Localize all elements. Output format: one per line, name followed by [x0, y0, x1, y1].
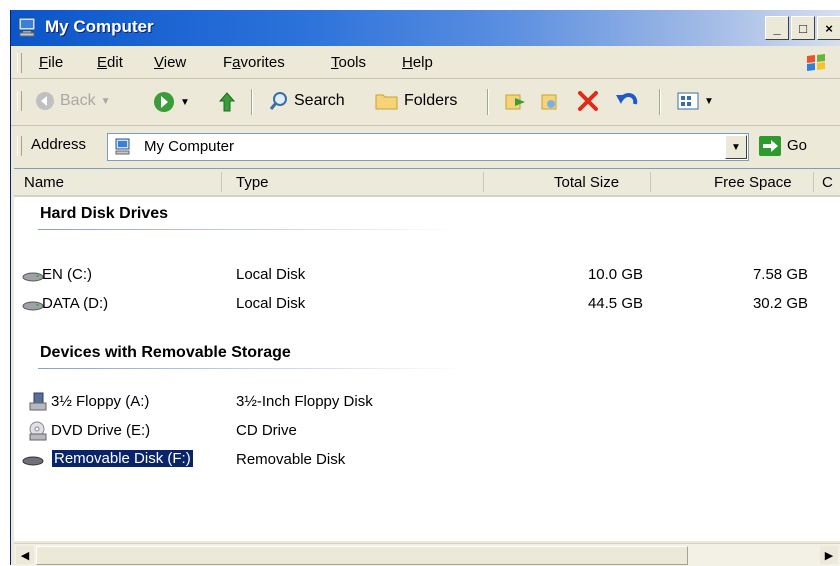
standard-toolbar: Back ▼ ▼ Search Folders ▼ [11, 81, 840, 126]
drive-name: 3½ Floppy (A:) [51, 393, 150, 410]
hard-drive-icon [22, 301, 44, 311]
address-dropdown-button[interactable]: ▼ [725, 135, 747, 159]
folders-button[interactable]: Folders [375, 91, 457, 111]
column-name[interactable]: Name [24, 174, 64, 191]
back-label: Back [60, 92, 96, 109]
drive-free-space: 30.2 GB [752, 295, 808, 312]
menu-grip[interactable] [17, 53, 22, 73]
window-title: My Computer [45, 17, 154, 36]
scroll-left-arrow-icon[interactable]: ◀ [16, 546, 34, 564]
column-divider[interactable] [221, 172, 222, 192]
toolbar-separator [659, 89, 661, 115]
drive-type: CD Drive [236, 422, 297, 439]
dvd-drive-icon [29, 421, 47, 441]
horizontal-scrollbar[interactable]: ◀ ▶ [14, 543, 840, 566]
move-to-icon[interactable] [505, 92, 527, 112]
back-arrow-icon [36, 92, 54, 110]
drive-total-size: 44.5 GB [587, 295, 643, 312]
folder-icon [375, 94, 398, 110]
column-total-size[interactable]: Total Size [554, 174, 619, 191]
toolbar-separator [487, 89, 489, 115]
menu-edit[interactable]: Edit [97, 54, 123, 71]
window-controls: _ □ × [765, 16, 840, 40]
column-headers: Name Type Total Size Free Space C [14, 169, 840, 197]
drive-type: Removable Disk [236, 451, 346, 468]
forward-dropdown-icon[interactable]: ▼ [180, 97, 190, 108]
scroll-right-arrow-icon[interactable]: ▶ [820, 546, 838, 564]
menu-help[interactable]: Help [402, 54, 433, 71]
search-label: Search [294, 92, 345, 109]
drive-name: EN (C:) [42, 266, 92, 283]
minimize-button[interactable]: _ [765, 16, 789, 40]
drive-name: DVD Drive (E:) [51, 422, 151, 439]
my-computer-window: My Computer _ □ × File Edit View Favorit… [10, 10, 840, 566]
drive-type: Local Disk [236, 266, 306, 283]
address-label: Address [31, 136, 87, 153]
search-button[interactable]: Search [269, 91, 345, 111]
search-icon [269, 92, 287, 110]
scroll-thumb[interactable] [36, 546, 688, 565]
up-folder-icon[interactable] [217, 91, 237, 113]
removable-disk-icon [22, 456, 44, 466]
forward-arrow-icon [154, 92, 174, 112]
folders-label: Folders [404, 92, 458, 109]
drive-name: DATA (D:) [42, 295, 109, 312]
address-grip[interactable] [17, 136, 22, 156]
column-divider[interactable] [813, 172, 814, 192]
undo-icon[interactable] [615, 90, 641, 112]
my-computer-icon [18, 17, 36, 37]
file-list[interactable]: Name Type Total Size Free Space C Hard D… [14, 168, 840, 541]
address-bar: Address My Computer ▼ Go [11, 128, 840, 164]
floppy-drive-icon [29, 392, 47, 411]
drive-type: Local Disk [236, 295, 306, 312]
group-header-removable: Devices with Removable Storage [40, 344, 291, 361]
group-divider [38, 368, 468, 369]
column-divider[interactable] [483, 172, 484, 192]
column-free-space[interactable]: Free Space [714, 174, 792, 191]
maximize-button[interactable]: □ [791, 16, 815, 40]
views-icon [677, 92, 699, 110]
my-computer-icon [115, 138, 130, 155]
close-button[interactable]: × [817, 16, 840, 40]
column-comments[interactable]: C [822, 174, 833, 191]
copy-to-icon[interactable] [539, 92, 561, 112]
delete-icon[interactable] [577, 90, 599, 112]
column-type[interactable]: Type [236, 174, 269, 191]
group-header-hard-disks: Hard Disk Drives [40, 205, 169, 222]
back-button[interactable]: Back ▼ [35, 91, 110, 111]
windows-logo-icon [807, 54, 825, 71]
column-divider[interactable] [650, 172, 651, 192]
menu-view[interactable]: View [154, 54, 186, 71]
toolbar-separator [251, 89, 253, 115]
back-dropdown-icon[interactable]: ▼ [101, 96, 111, 107]
forward-button[interactable]: ▼ [153, 91, 190, 113]
go-button[interactable]: Go [787, 137, 807, 154]
menu-favorites[interactable]: Favorites [223, 54, 285, 71]
drive-name: Removable Disk (F:) [52, 450, 193, 467]
toolbar-grip[interactable] [17, 91, 22, 111]
menu-tools[interactable]: Tools [331, 54, 366, 71]
address-value: My Computer [144, 138, 235, 155]
menu-file[interactable]: File [39, 54, 63, 71]
drive-type: 3½-Inch Floppy Disk [236, 393, 373, 410]
drive-total-size: 10.0 GB [587, 266, 643, 283]
hard-drive-icon [22, 272, 44, 282]
drive-free-space: 7.58 GB [752, 266, 808, 283]
views-button[interactable]: ▼ [677, 91, 714, 111]
views-dropdown-icon[interactable]: ▼ [704, 96, 714, 107]
address-input[interactable]: My Computer ▼ [107, 133, 749, 161]
group-divider [38, 229, 458, 230]
go-arrow-icon[interactable] [759, 136, 781, 156]
menu-bar: File Edit View Favorites Tools Help [11, 48, 840, 79]
title-bar[interactable]: My Computer _ □ × [11, 10, 840, 46]
